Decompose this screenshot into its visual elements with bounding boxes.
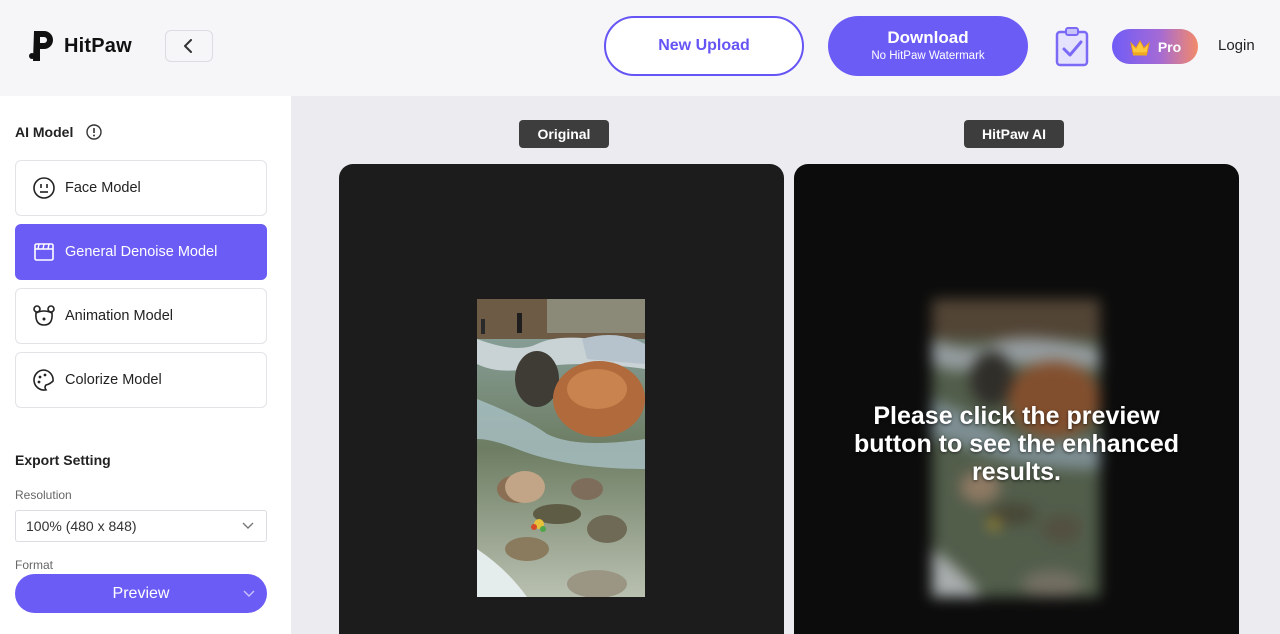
bear-icon <box>33 305 55 326</box>
new-upload-button[interactable]: New Upload <box>604 16 804 76</box>
animation-model-label: Animation Model <box>65 308 173 324</box>
film-icon <box>34 243 54 261</box>
ai-preview-panel: Please click the preview button to see t… <box>794 164 1239 634</box>
export-setting-title: Export Setting <box>15 452 111 468</box>
format-label: Format <box>15 558 54 572</box>
preview-label: Preview <box>112 584 170 602</box>
original-image <box>477 299 645 597</box>
general-denoise-model-label: General Denoise Model <box>65 244 218 260</box>
download-button[interactable]: Download No HitPaw Watermark <box>828 16 1028 76</box>
original-preview-panel <box>339 164 784 634</box>
general-denoise-model-option[interactable]: General Denoise Model <box>15 224 267 280</box>
resolution-label: Resolution <box>15 488 72 502</box>
chevron-down-icon <box>242 522 254 529</box>
preview-hint-message: Please click the preview button to see t… <box>853 402 1180 486</box>
clipboard-check-icon[interactable] <box>1054 27 1090 67</box>
colorize-model-label: Colorize Model <box>65 372 162 388</box>
download-sublabel: No HitPaw Watermark <box>871 50 985 62</box>
crown-icon <box>1130 39 1150 55</box>
resolution-select[interactable]: 100% (480 x 848) <box>15 510 267 542</box>
original-tag: Original <box>519 120 609 148</box>
preview-button[interactable]: Preview <box>15 574 267 613</box>
animation-model-option[interactable]: Animation Model <box>15 288 267 344</box>
login-link[interactable]: Login <box>1218 37 1255 54</box>
logo[interactable]: HitPaw <box>28 29 132 63</box>
face-model-option[interactable]: Face Model <box>15 160 267 216</box>
colorize-model-option[interactable]: Colorize Model <box>15 352 267 408</box>
hitpaw-ai-tag: HitPaw AI <box>964 120 1064 148</box>
download-label: Download <box>887 28 969 47</box>
resolution-value: 100% (480 x 848) <box>26 518 137 534</box>
ai-model-title: AI Model <box>15 124 74 140</box>
face-model-label: Face Model <box>65 180 141 196</box>
info-icon[interactable] <box>86 124 102 140</box>
chevron-down-icon <box>243 590 255 597</box>
hitpaw-logo-icon <box>29 31 53 61</box>
logo-text: HitPaw <box>64 34 132 57</box>
back-button[interactable] <box>165 30 213 62</box>
top-header: HitPaw New Upload Download No HitPaw Wat… <box>0 0 1280 96</box>
pro-button[interactable]: Pro <box>1112 29 1198 64</box>
chevron-left-icon <box>184 39 192 53</box>
face-icon <box>33 177 55 199</box>
palette-icon <box>33 369 54 391</box>
pro-label: Pro <box>1157 38 1182 55</box>
